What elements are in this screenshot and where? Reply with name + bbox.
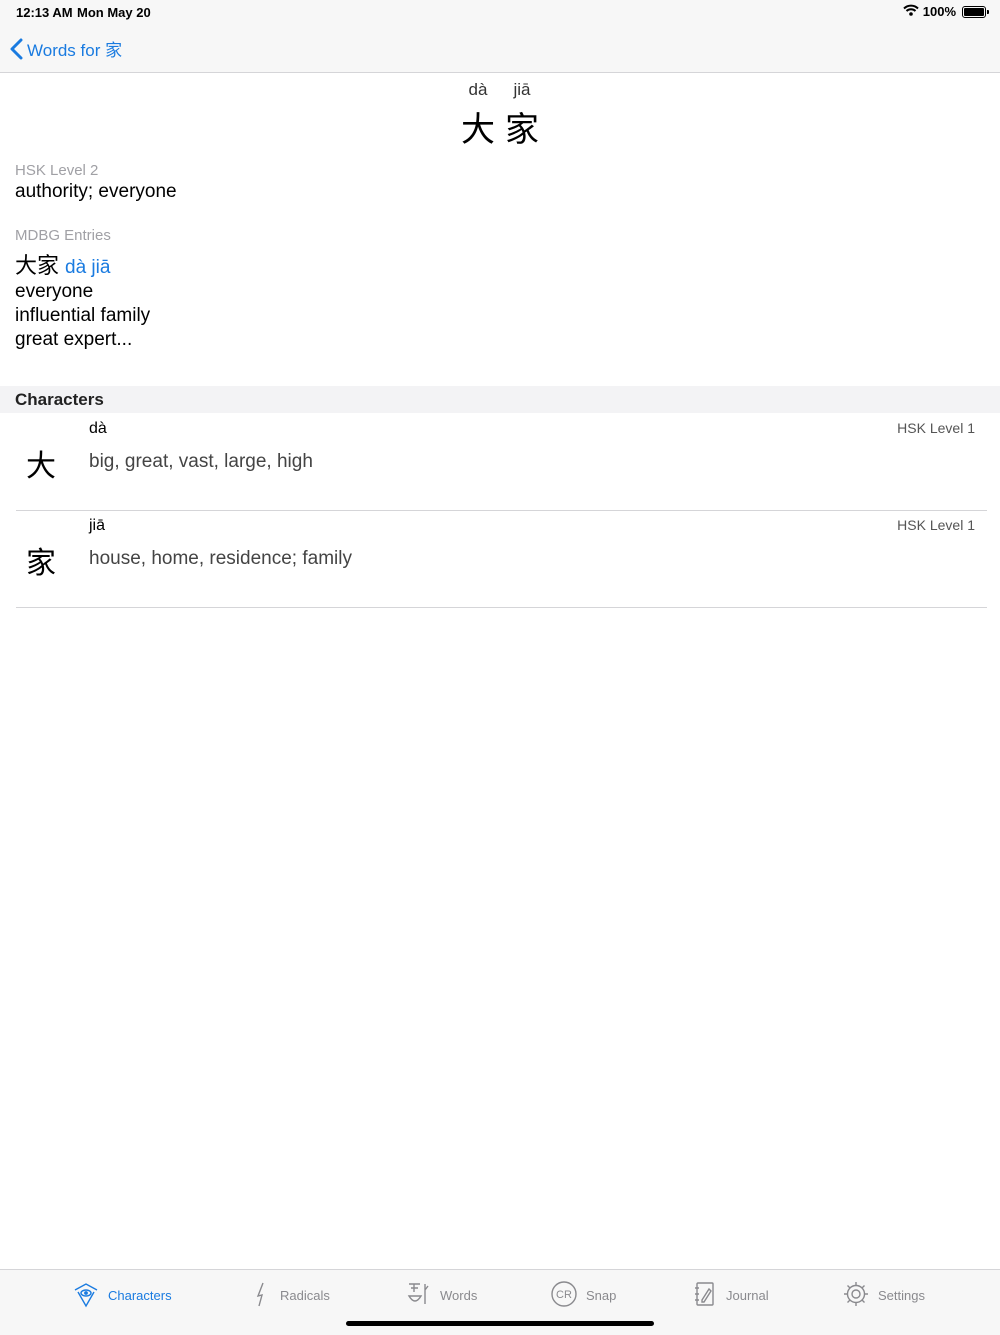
syllable-pinyin: jiā <box>513 80 531 99</box>
syllable-pinyin: dà <box>468 80 488 99</box>
word-hanzi: 大 家 <box>0 102 1000 151</box>
mdbg-definition: everyone <box>15 281 94 302</box>
section-title: Characters <box>15 390 104 409</box>
character-definition: big, great, vast, large, high <box>89 451 313 472</box>
status-bar: 12:13 AM Mon May 20 100% <box>0 0 1000 24</box>
mdbg-label: MDBG Entries <box>15 227 111 244</box>
tab-characters[interactable]: Characters <box>72 1280 172 1311</box>
tab-label: Settings <box>878 1288 925 1303</box>
mdbg-entry-head: 大家 dà jiā <box>15 248 150 280</box>
words-icon <box>406 1280 432 1311</box>
tab-label: Snap <box>586 1288 617 1303</box>
mdbg-hanzi: 大家 <box>15 254 60 279</box>
battery-percent: 100% <box>922 4 956 19</box>
character-hanzi: 家 <box>26 546 56 581</box>
snap-icon: CR <box>550 1280 578 1311</box>
word-pinyin: dà jiā <box>0 80 1000 100</box>
word-header: dà jiā 大 家 <box>0 80 1000 151</box>
settings-icon <box>842 1280 870 1311</box>
radicals-icon <box>250 1280 272 1311</box>
tab-snap[interactable]: CR Snap <box>550 1280 616 1311</box>
status-date: Mon May 20 <box>77 5 151 20</box>
syllable-hanzi: 家 <box>505 110 539 150</box>
tab-label: Radicals <box>280 1288 330 1303</box>
chevron-left-icon <box>10 38 23 60</box>
home-indicator[interactable] <box>346 1321 654 1326</box>
tab-label: Characters <box>108 1288 172 1303</box>
back-button-label: Words for 家 <box>27 41 123 60</box>
characters-icon <box>72 1280 100 1311</box>
mdbg-definition: influential family <box>15 305 151 326</box>
character-hsk-level: HSK Level 1 <box>897 517 975 533</box>
navigation-bar: Words for 家 <box>0 24 1000 73</box>
character-row[interactable]: 家 jiā HSK Level 1 house, home, residence… <box>16 510 987 608</box>
character-hsk-level: HSK Level 1 <box>897 420 975 436</box>
character-pinyin: jiā <box>89 517 106 534</box>
tab-settings[interactable]: Settings <box>842 1280 925 1311</box>
hsk-section: HSK Level 2 authority; everyone <box>15 162 177 203</box>
mdbg-pinyin[interactable]: dà jiā <box>65 257 110 279</box>
back-button[interactable]: Words for 家 <box>10 36 122 61</box>
mdbg-section: MDBG Entries 大家 dà jiā everyone influent… <box>15 227 150 352</box>
characters-section-header: Characters <box>0 386 1000 413</box>
svg-text:CR: CR <box>556 1289 572 1301</box>
mdbg-definition: great expert... <box>15 329 133 350</box>
tab-words[interactable]: Words <box>406 1280 477 1311</box>
status-indicators: 100% <box>903 4 989 19</box>
hsk-level-label: HSK Level 2 <box>15 162 99 179</box>
tab-radicals[interactable]: Radicals <box>250 1280 330 1311</box>
tab-journal[interactable]: Journal <box>692 1280 769 1311</box>
character-definition: house, home, residence; family <box>89 548 352 569</box>
syllable-hanzi: 大 <box>461 110 495 150</box>
tab-label: Words <box>440 1288 478 1303</box>
journal-icon <box>692 1280 718 1311</box>
hsk-definition: authority; everyone <box>15 181 177 202</box>
wifi-icon <box>903 4 919 19</box>
tab-label: Journal <box>726 1288 769 1303</box>
battery-icon <box>962 5 989 18</box>
status-time: 12:13 AM <box>16 5 73 20</box>
character-hanzi: 大 <box>26 449 56 484</box>
character-row[interactable]: 大 dà HSK Level 1 big, great, vast, large… <box>16 413 987 511</box>
character-pinyin: dà <box>89 420 107 437</box>
